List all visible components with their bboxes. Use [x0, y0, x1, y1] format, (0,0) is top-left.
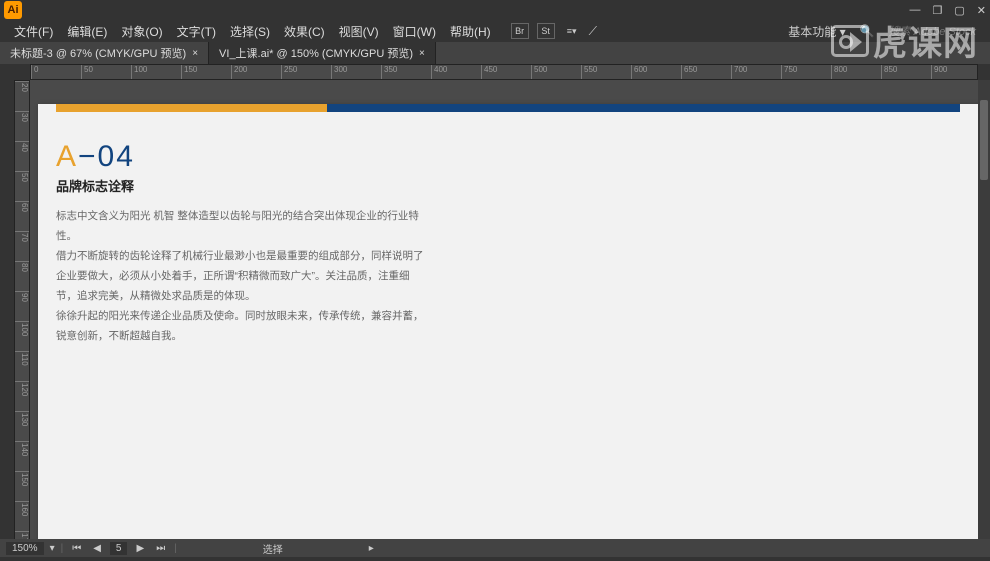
ruler-tick: 140 [15, 441, 29, 471]
ruler-tick: 20 [15, 81, 29, 111]
scrollbar-thumb[interactable] [980, 100, 988, 180]
search-icon[interactable]: 🔍 [860, 24, 875, 38]
tab-close-icon[interactable]: × [419, 48, 425, 59]
menu-bar: 文件(F) 编辑(E) 对象(O) 文字(T) 选择(S) 效果(C) 视图(V… [0, 20, 990, 42]
vertical-scrollbar[interactable] [978, 80, 990, 539]
first-artboard-button[interactable]: ⏮ [69, 543, 84, 554]
ruler-tick: 450 [481, 65, 531, 79]
window-controls: — ❐ ▢ ✕ [910, 4, 987, 17]
status-bar: 150% ▾ | ⏮ ◀ 5 ▶ ⏭ | 选择 ▸ [0, 539, 990, 557]
ruler-tick: 70 [15, 231, 29, 261]
zoom-level[interactable]: 150% [6, 542, 44, 555]
ruler-tick: 800 [831, 65, 881, 79]
ruler-tick: 130 [15, 411, 29, 441]
ruler-tick: 500 [531, 65, 581, 79]
ruler-tick: 150 [15, 471, 29, 501]
ruler-tick: 650 [681, 65, 731, 79]
menu-type[interactable]: 文字(T) [171, 21, 222, 42]
ruler-tick: 300 [331, 65, 381, 79]
menu-object[interactable]: 对象(O) [115, 21, 168, 42]
app-icon: Ai [4, 1, 22, 19]
ruler-tick: 50 [81, 65, 131, 79]
bridge-icon[interactable]: Br [511, 23, 529, 39]
ruler-tick: 750 [781, 65, 831, 79]
document-tab-bar: 未标题-3 @ 67% (CMYK/GPU 预览) × VI_上课.ai* @ … [0, 42, 990, 64]
ruler-tick: 60 [15, 201, 29, 231]
ruler-tick: 250 [281, 65, 331, 79]
section-subtitle: 品牌标志诠释 [56, 176, 960, 195]
header-bar-blue [327, 104, 960, 112]
ruler-tick: 110 [15, 351, 29, 381]
current-tool-label: 选择 [263, 541, 283, 556]
header-bar-orange [56, 104, 327, 112]
stock-icon[interactable]: St [537, 23, 555, 39]
status-menu-icon[interactable]: ▸ [369, 543, 374, 554]
ruler-tick: 850 [881, 65, 931, 79]
tab-close-icon[interactable]: × [192, 48, 198, 59]
menu-help[interactable]: 帮助(H) [444, 21, 497, 42]
workspace: 20 30 40 50 60 70 80 90 100 110 120 130 … [0, 80, 990, 540]
workspace-switcher[interactable]: 基本功能 ▾ [782, 21, 851, 42]
horizontal-ruler[interactable]: 0 50 100 150 200 250 300 350 400 450 500… [30, 64, 978, 80]
ruler-tick: 100 [131, 65, 181, 79]
artboard[interactable]: A−04 品牌标志诠释 标志中文含义为阳光 机智 整体造型以齿轮与阳光的结合突出… [38, 104, 978, 540]
section-body: 标志中文含义为阳光 机智 整体造型以齿轮与阳光的结合突出体现企业的行业特性。借力… [56, 207, 426, 347]
prev-artboard-button[interactable]: ◀ [90, 543, 104, 554]
restore-button[interactable]: ❐ [933, 4, 943, 17]
maximize-button[interactable]: ▢ [954, 4, 964, 17]
ruler-tick: 600 [631, 65, 681, 79]
code-number: 04 [98, 140, 135, 173]
title-bar: Ai — ❐ ▢ ✕ [0, 0, 990, 20]
menu-select[interactable]: 选择(S) [224, 21, 276, 42]
sync-icon[interactable]: ⟋ [589, 24, 597, 39]
ruler-tick: 30 [15, 111, 29, 141]
menu-file[interactable]: 文件(F) [8, 21, 59, 42]
ruler-tick: 40 [15, 141, 29, 171]
content-block: A−04 品牌标志诠释 标志中文含义为阳光 机智 整体造型以齿轮与阳光的结合突出… [38, 112, 978, 347]
document-tab[interactable]: VI_上课.ai* @ 150% (CMYK/GPU 预览) × [209, 42, 436, 64]
document-tab[interactable]: 未标题-3 @ 67% (CMYK/GPU 预览) × [0, 42, 209, 64]
ruler-tick: 350 [381, 65, 431, 79]
section-code: A−04 [56, 140, 960, 174]
tab-label: 未标题-3 @ 67% (CMYK/GPU 预览) [10, 45, 186, 61]
ruler-tick: 900 [931, 65, 978, 79]
menu-window[interactable]: 窗口(W) [387, 21, 442, 42]
menu-effect[interactable]: 效果(C) [278, 21, 331, 42]
arrange-docs-icon[interactable]: ≡▾ [563, 23, 581, 39]
header-bar [56, 104, 960, 112]
last-artboard-button[interactable]: ⏭ [153, 543, 168, 554]
ruler-tick: 700 [731, 65, 781, 79]
menu-view[interactable]: 视图(V) [333, 21, 385, 42]
artboard-number[interactable]: 5 [110, 542, 128, 555]
code-letter: A [56, 140, 78, 173]
ruler-tick: 120 [15, 381, 29, 411]
app-bar-icons: Br St ≡▾ ⟋ [511, 23, 597, 39]
ruler-tick: 200 [231, 65, 281, 79]
ruler-tick: 100 [15, 321, 29, 351]
ruler-tick: 150 [181, 65, 231, 79]
menu-right: 基本功能 ▾ 🔍 搜索 Adobe Stock [782, 21, 982, 42]
ruler-tick: 80 [15, 261, 29, 291]
code-dash: − [78, 140, 98, 173]
menu-edit[interactable]: 编辑(E) [61, 21, 113, 42]
ruler-tick: 160 [15, 501, 29, 531]
next-artboard-button[interactable]: ▶ [133, 543, 147, 554]
ruler-tick: 0 [31, 65, 81, 79]
tab-label: VI_上课.ai* @ 150% (CMYK/GPU 预览) [219, 45, 413, 61]
ruler-tick: 550 [581, 65, 631, 79]
close-button[interactable]: ✕ [977, 4, 986, 17]
zoom-dropdown-icon[interactable]: ▾ [50, 543, 55, 554]
vertical-ruler[interactable]: 20 30 40 50 60 70 80 90 100 110 120 130 … [14, 80, 30, 540]
canvas-area[interactable]: A−04 品牌标志诠释 标志中文含义为阳光 机智 整体造型以齿轮与阳光的结合突出… [30, 80, 990, 540]
minimize-button[interactable]: — [910, 4, 921, 17]
ruler-tick: 400 [431, 65, 481, 79]
ruler-tick: 90 [15, 291, 29, 321]
ruler-tick: 50 [15, 171, 29, 201]
search-input[interactable]: 搜索 Adobe Stock [883, 21, 982, 41]
